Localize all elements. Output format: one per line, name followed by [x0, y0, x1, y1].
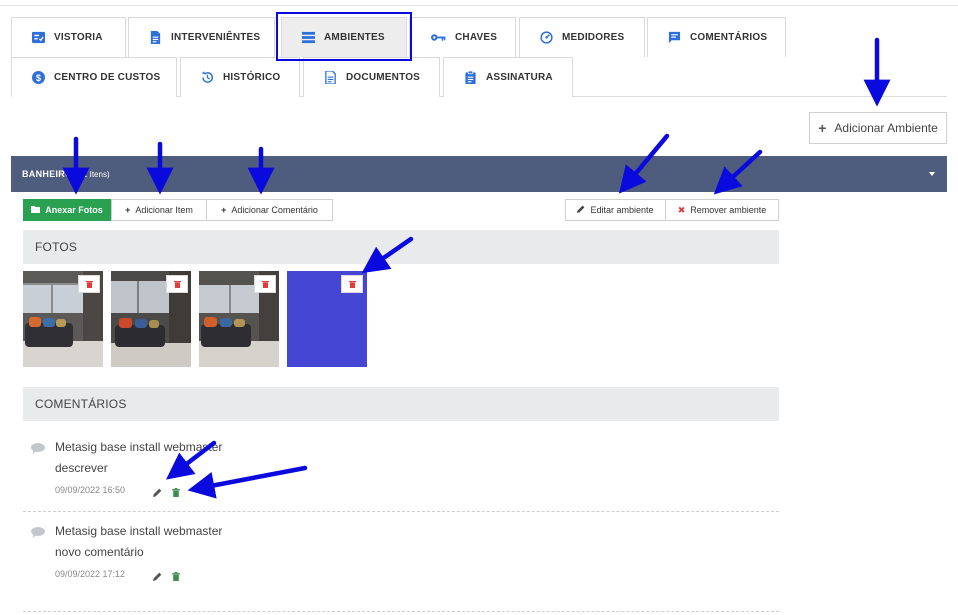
- tab-label: AMBIENTES: [324, 32, 385, 43]
- svg-text:$: $: [36, 73, 42, 83]
- delete-photo-button[interactable]: [254, 275, 276, 293]
- add-comment-button[interactable]: + Adicionar Comentário: [206, 199, 333, 221]
- tab-medidores[interactable]: MEDIDORES: [519, 17, 645, 57]
- delete-photo-button[interactable]: [341, 275, 363, 293]
- tab-intervenientes[interactable]: INTERVENIÊNTES: [128, 17, 275, 57]
- tab-documentos[interactable]: DOCUMENTOS: [303, 57, 440, 97]
- comment-text: descrever: [55, 461, 108, 475]
- tab-chaves[interactable]: CHAVES: [409, 17, 516, 57]
- comment-date: 09/09/2022 16:50: [55, 485, 126, 495]
- comment-author: Metasig base install webmaster: [55, 440, 223, 454]
- tab-assinatura[interactable]: ASSINATURA: [443, 57, 573, 97]
- tab-label: CENTRO DE CUSTOS: [54, 72, 161, 83]
- edit-room-button[interactable]: Editar ambiente: [565, 199, 666, 221]
- close-icon: ✖: [677, 204, 686, 215]
- tab-ambientes[interactable]: AMBIENTES: [281, 17, 407, 57]
- comment-item: Metasig base install webmaster novo come…: [23, 524, 779, 584]
- caret-down-icon[interactable]: [929, 172, 935, 176]
- gauge-icon: [540, 31, 553, 44]
- add-comment-label: Adicionar Comentário: [231, 205, 318, 215]
- pencil-icon[interactable]: [153, 568, 162, 586]
- room-photo[interactable]: [199, 271, 279, 367]
- trash-icon: [173, 281, 181, 288]
- pencil-icon: [577, 205, 585, 215]
- remove-room-label: Remover ambiente: [690, 205, 767, 215]
- delete-photo-button[interactable]: [166, 275, 188, 293]
- comment-bubble-icon: [31, 525, 45, 543]
- plus-icon: +: [125, 205, 131, 215]
- tab-label: COMENTÁRIOS: [690, 32, 768, 43]
- plus-icon: +: [221, 205, 227, 215]
- comment-divider: [23, 611, 779, 612]
- tab-bar: VISTORIA INTERVENIÊNTES AMBIENTES CHAVES…: [11, 17, 947, 97]
- add-item-label: Adicionar Item: [135, 205, 193, 215]
- dollar-icon: $: [32, 71, 45, 84]
- comment-item: Metasig base install webmaster descrever…: [23, 440, 779, 500]
- tab-label: MEDIDORES: [562, 32, 625, 43]
- room-photo[interactable]: [111, 271, 191, 367]
- attach-photos-label: Anexar Fotos: [45, 205, 103, 215]
- clipboard-icon: [465, 71, 476, 84]
- tab-centro-de-custos[interactable]: $ CENTRO DE CUSTOS: [11, 57, 177, 97]
- room-header[interactable]: BANHEIRO (11 Itens): [11, 156, 947, 192]
- comments-section-title: COMENTÁRIOS: [35, 397, 127, 411]
- room-item-count: (11 Itens): [76, 169, 110, 179]
- add-room-button[interactable]: + Adicionar Ambiente: [809, 112, 947, 144]
- remove-room-button[interactable]: ✖ Remover ambiente: [665, 199, 779, 221]
- trash-icon: [348, 281, 356, 288]
- photos-section-title: FOTOS: [35, 240, 78, 254]
- trash-icon[interactable]: [172, 484, 180, 502]
- tab-comentarios[interactable]: COMENTÁRIOS: [647, 17, 786, 57]
- photos-section-header: FOTOS: [23, 230, 779, 264]
- tab-label: ASSINATURA: [486, 72, 553, 83]
- tab-historico[interactable]: HISTÓRICO: [180, 57, 300, 97]
- add-room-label: Adicionar Ambiente: [834, 121, 938, 135]
- tab-label: INTERVENIÊNTES: [171, 32, 261, 43]
- key-icon: [431, 34, 446, 41]
- tab-label: HISTÓRICO: [223, 72, 281, 83]
- comment-icon: [668, 31, 681, 44]
- folder-icon: [31, 205, 41, 215]
- layers-icon: [302, 31, 315, 44]
- plus-icon: +: [818, 120, 827, 136]
- document-icon: [325, 71, 336, 84]
- comment-author: Metasig base install webmaster: [55, 524, 223, 538]
- tab-vistoria[interactable]: VISTORIA: [11, 17, 126, 57]
- comment-text: novo comentário: [55, 545, 144, 559]
- comment-divider: [23, 511, 779, 512]
- tab-label: CHAVES: [455, 32, 498, 43]
- trash-icon[interactable]: [172, 568, 180, 586]
- tab-label: DOCUMENTOS: [346, 72, 421, 83]
- trash-icon: [85, 281, 93, 288]
- pencil-icon[interactable]: [153, 484, 162, 502]
- checklist-icon: [32, 31, 45, 44]
- attach-photos-button[interactable]: Anexar Fotos: [23, 199, 111, 221]
- comment-date: 09/09/2022 17:12: [55, 569, 126, 579]
- document-icon: [150, 31, 161, 44]
- edit-room-label: Editar ambiente: [590, 205, 654, 215]
- comments-section-header: COMENTÁRIOS: [23, 387, 779, 421]
- delete-photo-button[interactable]: [78, 275, 100, 293]
- tab-label: VISTORIA: [54, 32, 103, 43]
- top-divider: [0, 5, 958, 6]
- comment-bubble-icon: [31, 441, 45, 459]
- room-photo[interactable]: [23, 271, 103, 367]
- add-item-button[interactable]: + Adicionar Item: [111, 199, 207, 221]
- room-name: BANHEIRO: [22, 169, 73, 179]
- history-icon: [201, 71, 214, 83]
- photo-placeholder[interactable]: [287, 271, 367, 367]
- trash-icon: [261, 281, 269, 288]
